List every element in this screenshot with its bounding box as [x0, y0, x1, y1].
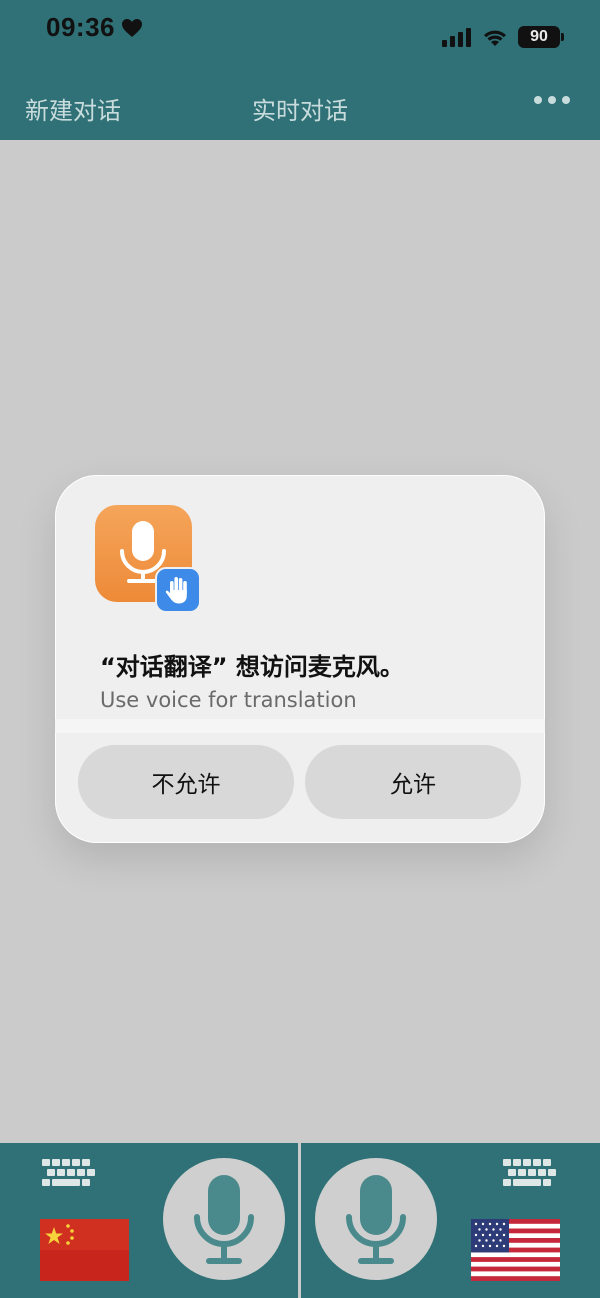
cellular-signal-icon	[442, 28, 471, 47]
more-dot	[548, 96, 556, 104]
microphone-icon	[194, 1175, 254, 1264]
more-icon[interactable]	[534, 96, 570, 104]
dialog-title: “对话翻译” 想访问麦克风。	[100, 653, 404, 681]
status-time: 09:36	[46, 12, 143, 43]
bottom-divider	[298, 1143, 301, 1298]
microphone-permission-dialog: “对话翻译” 想访问麦克风。 Use voice for translation…	[55, 475, 545, 843]
dialog-divider	[55, 719, 545, 733]
keyboard-icon[interactable]	[40, 1157, 98, 1191]
allow-button[interactable]: 允许	[305, 745, 521, 819]
microphone-icon	[346, 1175, 406, 1264]
permission-badge	[155, 567, 201, 613]
chinese-microphone-button[interactable]	[163, 1158, 285, 1280]
battery-icon: 90	[518, 26, 564, 48]
deny-button[interactable]: 不允许	[78, 745, 294, 819]
more-dot	[534, 96, 542, 104]
usa-flag-icon[interactable]	[471, 1219, 560, 1281]
status-icons: 90	[442, 26, 564, 48]
page-title: 实时对话	[252, 97, 348, 125]
more-dot	[562, 96, 570, 104]
battery-level: 90	[530, 28, 548, 45]
top-bar: 09:36 90 新建对话 实时对话	[0, 0, 600, 140]
hand-icon	[165, 577, 187, 604]
wifi-icon	[484, 30, 506, 46]
china-flag-icon[interactable]	[40, 1219, 129, 1281]
bottom-bar	[0, 1143, 600, 1298]
dialog-message: Use voice for translation	[100, 688, 357, 712]
status-time-text: 09:36	[46, 12, 115, 42]
keyboard-icon[interactable]	[501, 1157, 559, 1191]
heart-icon	[122, 18, 142, 37]
english-microphone-button[interactable]	[315, 1158, 437, 1280]
